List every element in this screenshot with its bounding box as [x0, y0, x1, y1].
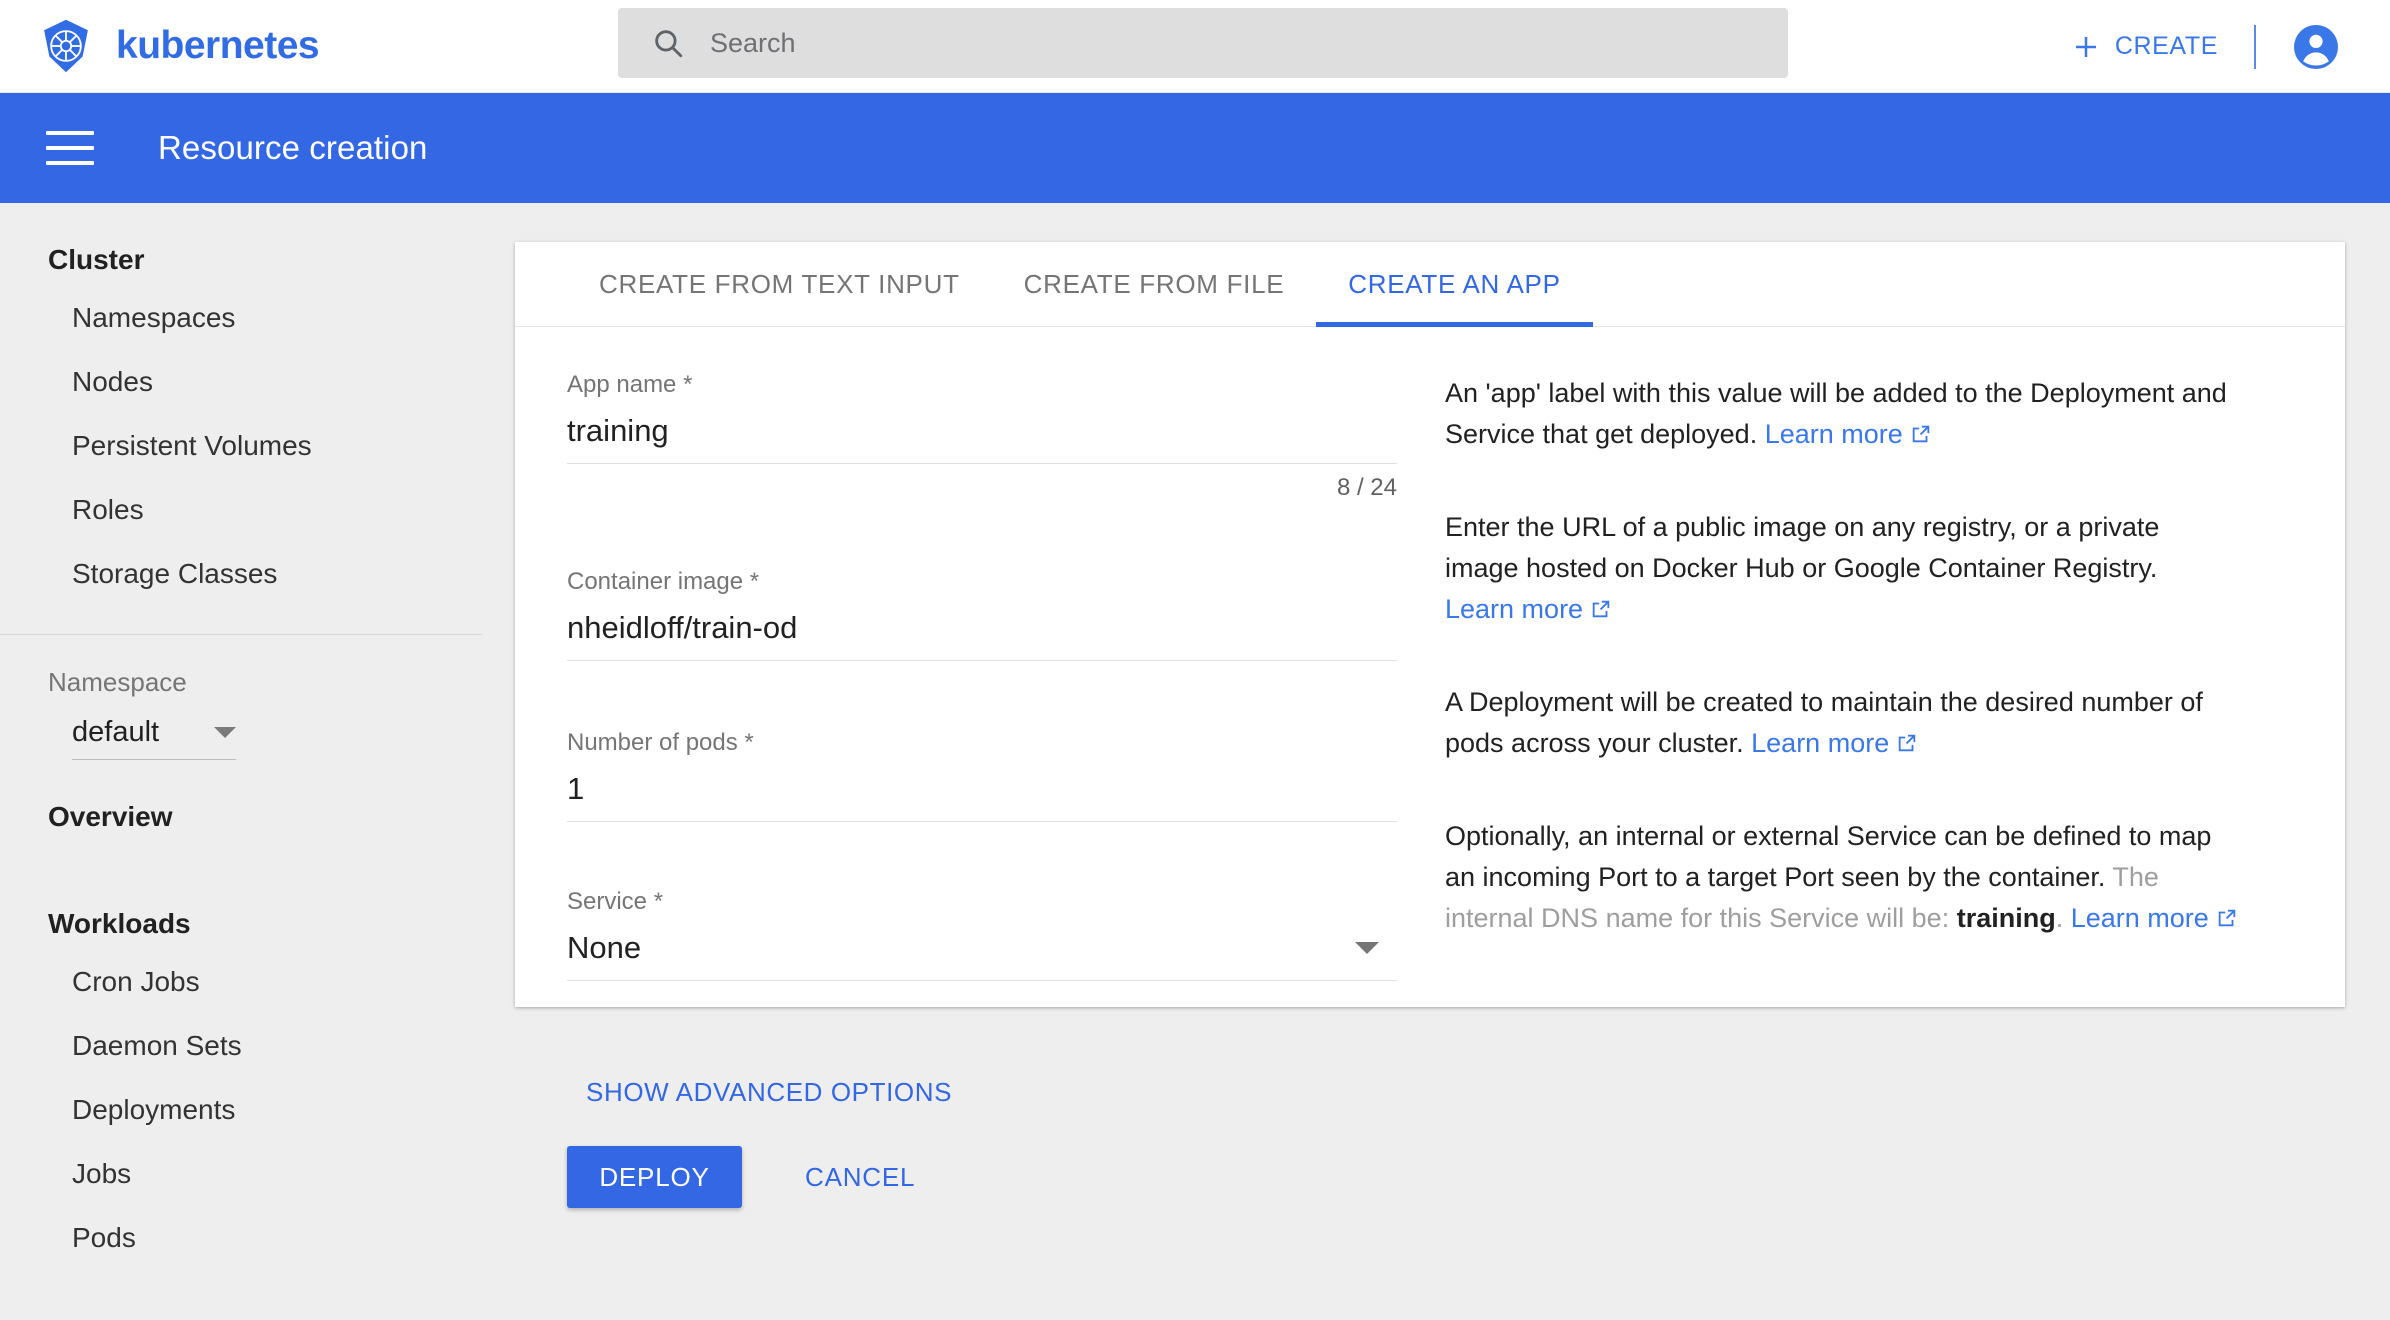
- learn-more-link-container-image[interactable]: Learn more: [1445, 594, 1612, 624]
- brand-logo-area[interactable]: kubernetes: [0, 18, 620, 74]
- container-image-input[interactable]: [567, 610, 1397, 661]
- learn-more-label: Learn more: [1764, 419, 1903, 449]
- form-actions: DEPLOY CANCEL: [567, 1146, 1400, 1208]
- sidebar-item-pods[interactable]: Pods: [0, 1206, 514, 1270]
- help-panel: An 'app' label with this value will be a…: [1400, 327, 2300, 1208]
- sidebar-item-roles[interactable]: Roles: [0, 478, 514, 542]
- namespace-select[interactable]: default: [72, 716, 236, 760]
- sidebar-item-cron-jobs[interactable]: Cron Jobs: [0, 950, 514, 1014]
- tab-bar: CREATE FROM TEXT INPUT CREATE FROM FILE …: [515, 242, 2345, 327]
- service-select[interactable]: None: [567, 930, 1397, 981]
- external-link-icon: [2218, 909, 2236, 927]
- sidebar-item-nodes[interactable]: Nodes: [0, 350, 514, 414]
- learn-more-label: Learn more: [1445, 594, 1584, 624]
- search-input[interactable]: [710, 23, 1710, 63]
- sidebar-item-namespaces[interactable]: Namespaces: [0, 286, 514, 350]
- namespace-label: Namespace: [48, 667, 187, 697]
- service-selected-value: None: [567, 930, 642, 965]
- sidebar-divider: [0, 634, 482, 635]
- learn-more-label: Learn more: [1751, 728, 1890, 758]
- sidebar-item-persistent-volumes[interactable]: Persistent Volumes: [0, 414, 514, 478]
- namespace-selected-value: default: [72, 716, 160, 748]
- tab-create-from-text-input[interactable]: CREATE FROM TEXT INPUT: [567, 242, 992, 327]
- app-creation-form: App name * 8 / 24 Container image * Numb…: [515, 327, 1400, 1208]
- app-name-label: App name *: [567, 371, 693, 398]
- help-text-container-image-body: Enter the URL of a public image on any r…: [1445, 512, 2160, 583]
- container-image-field: Container image *: [567, 568, 1400, 661]
- chevron-down-icon: [1355, 942, 1379, 954]
- page-body: Cluster Namespaces Nodes Persistent Volu…: [0, 203, 2390, 1320]
- top-bar-actions: CREATE: [2071, 0, 2340, 93]
- tab-create-an-app[interactable]: CREATE AN APP: [1316, 242, 1594, 327]
- page-title: Resource creation: [158, 129, 428, 166]
- help-text-service: Optionally, an internal or external Serv…: [1445, 816, 2240, 939]
- sidebar-item-deployments[interactable]: Deployments: [0, 1078, 514, 1142]
- external-link-icon: [1898, 734, 1916, 752]
- help-text-app-name: An 'app' label with this value will be a…: [1445, 373, 2240, 455]
- search-icon: [655, 30, 683, 58]
- help-text-number-of-pods: A Deployment will be created to maintain…: [1445, 682, 2240, 764]
- show-advanced-options-button[interactable]: SHOW ADVANCED OPTIONS: [578, 1069, 960, 1116]
- external-link-icon: [1912, 425, 1930, 443]
- container-image-label: Container image *: [567, 568, 760, 595]
- number-of-pods-label: Number of pods *: [567, 729, 754, 756]
- search-bar[interactable]: [618, 8, 1788, 78]
- app-name-input[interactable]: [567, 413, 1397, 464]
- service-label: Service *: [567, 888, 664, 915]
- brand-name: kubernetes: [116, 24, 320, 67]
- app-name-counter: 8 / 24: [1336, 474, 1397, 501]
- help-text-service-suffix: .: [2055, 903, 2071, 933]
- deploy-button[interactable]: DEPLOY: [567, 1146, 742, 1208]
- chevron-down-icon: [214, 727, 236, 738]
- sidebar-item-jobs[interactable]: Jobs: [0, 1142, 514, 1206]
- hamburger-menu-icon[interactable]: [46, 131, 94, 165]
- page-header: Resource creation: [0, 93, 2390, 203]
- number-of-pods-field: Number of pods *: [567, 729, 1400, 822]
- account-circle-icon[interactable]: [2292, 23, 2340, 71]
- sidebar-item-storage-classes[interactable]: Storage Classes: [0, 542, 514, 606]
- top-bar: kubernetes CREATE: [0, 0, 2390, 93]
- app-name-field: App name * 8 / 24: [567, 371, 1400, 502]
- card-body: App name * 8 / 24 Container image * Numb…: [515, 327, 2345, 1208]
- tab-create-from-file[interactable]: CREATE FROM FILE: [992, 242, 1317, 327]
- help-text-service-dns-value: training: [1956, 903, 2056, 933]
- resource-creation-card: CREATE FROM TEXT INPUT CREATE FROM FILE …: [515, 242, 2345, 1208]
- help-text-container-image: Enter the URL of a public image on any r…: [1445, 507, 2240, 630]
- toolbar-divider: [2254, 24, 2256, 69]
- sidebar-group-workloads: Workloads: [48, 908, 191, 939]
- plus-icon: [2075, 36, 2096, 57]
- external-link-icon: [1592, 600, 1610, 618]
- cancel-button[interactable]: CANCEL: [797, 1154, 923, 1201]
- sidebar-group-cluster: Cluster: [48, 244, 145, 275]
- create-button-label: CREATE: [2114, 32, 2218, 60]
- learn-more-link-number-of-pods[interactable]: Learn more: [1751, 728, 1918, 758]
- sidebar-item-daemon-sets[interactable]: Daemon Sets: [0, 1014, 514, 1078]
- service-field: Service * None: [567, 888, 1400, 981]
- sidebar: Cluster Namespaces Nodes Persistent Volu…: [0, 203, 514, 1320]
- learn-more-label: Learn more: [2070, 903, 2209, 933]
- learn-more-link-service[interactable]: Learn more: [2071, 903, 2238, 933]
- learn-more-link-app-name[interactable]: Learn more: [1765, 419, 1932, 449]
- sidebar-item-overview[interactable]: Overview: [0, 801, 514, 833]
- number-of-pods-input[interactable]: [567, 771, 1397, 822]
- help-text-service-body: Optionally, an internal or external Serv…: [1445, 821, 2212, 892]
- kubernetes-helm-icon: [44, 19, 88, 73]
- create-button[interactable]: CREATE: [2071, 32, 2218, 62]
